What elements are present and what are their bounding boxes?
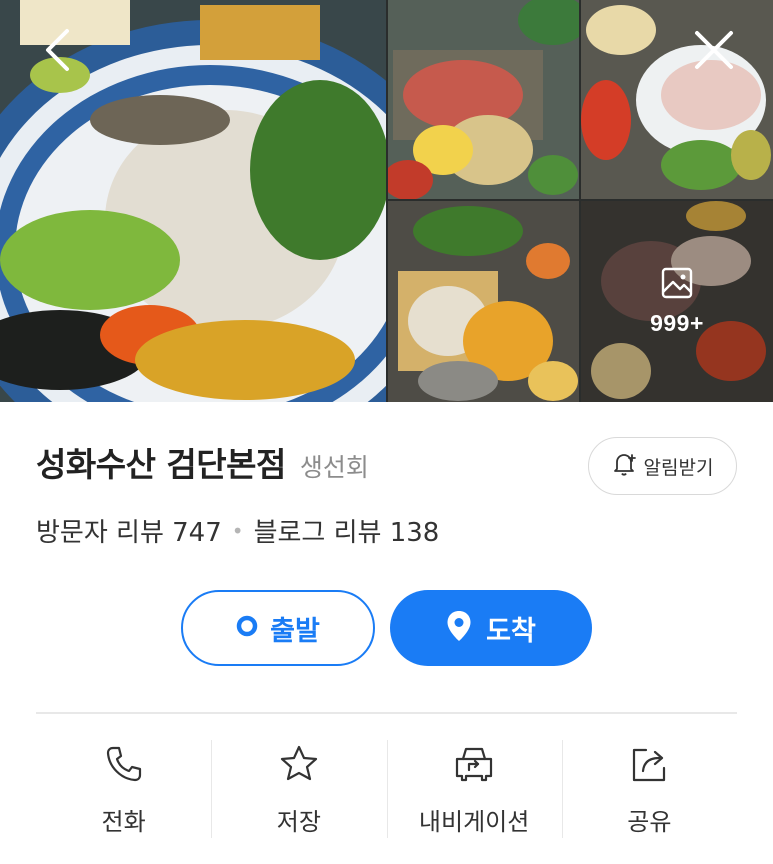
action-bar: 전화 저장 내비게이션 공유 <box>36 738 737 838</box>
store-name: 성화수산 검단본점 <box>36 445 286 484</box>
review-summary: 방문자 리뷰 747 • 블로그 리뷰 138 <box>36 512 439 549</box>
more-photos-overlay[interactable]: 999+ <box>581 201 773 402</box>
arrive-route-label: 도착 <box>486 615 536 647</box>
arrive-route-button[interactable]: 도착 <box>390 590 592 666</box>
save-label: 저장 <box>276 808 321 836</box>
bell-plus-icon <box>612 451 638 481</box>
call-button[interactable]: 전화 <box>36 738 211 838</box>
save-button[interactable]: 저장 <box>211 738 386 838</box>
car-navigation-icon <box>453 740 495 788</box>
start-route-label: 출발 <box>270 615 320 647</box>
back-button[interactable] <box>28 22 88 82</box>
photo-gallery: 999+ <box>0 0 773 402</box>
origin-dot-icon <box>236 615 258 641</box>
location-pin-icon <box>446 610 472 646</box>
photo-thumbnail[interactable] <box>388 0 579 199</box>
close-button[interactable] <box>684 22 744 82</box>
store-title-row: 성화수산 검단본점 생선회 <box>36 438 369 486</box>
share-icon <box>629 740 669 788</box>
navigation-button[interactable]: 내비게이션 <box>386 738 562 838</box>
separator-dot: • <box>231 518 244 543</box>
photo-thumbnail[interactable] <box>388 201 579 402</box>
share-button[interactable]: 공유 <box>561 738 737 838</box>
visitor-review-link[interactable]: 방문자 리뷰 747 <box>36 512 222 549</box>
chevron-left-icon <box>43 28 73 76</box>
star-icon <box>279 740 319 788</box>
alarm-button[interactable]: 알림받기 <box>588 437 737 495</box>
blog-review-link[interactable]: 블로그 리뷰 138 <box>254 512 440 549</box>
navigation-label: 내비게이션 <box>418 808 530 836</box>
photo-count: 999+ <box>650 310 704 336</box>
phone-icon <box>104 740 144 788</box>
close-icon <box>694 30 734 74</box>
call-label: 전화 <box>101 808 146 836</box>
start-route-button[interactable]: 출발 <box>181 590 375 666</box>
alarm-label: 알림받기 <box>643 456 714 479</box>
photo-thumbnail[interactable] <box>581 0 773 199</box>
store-category: 생선회 <box>299 453 369 482</box>
gallery-image-icon <box>660 266 694 304</box>
divider <box>36 712 737 714</box>
share-label: 공유 <box>627 808 672 836</box>
